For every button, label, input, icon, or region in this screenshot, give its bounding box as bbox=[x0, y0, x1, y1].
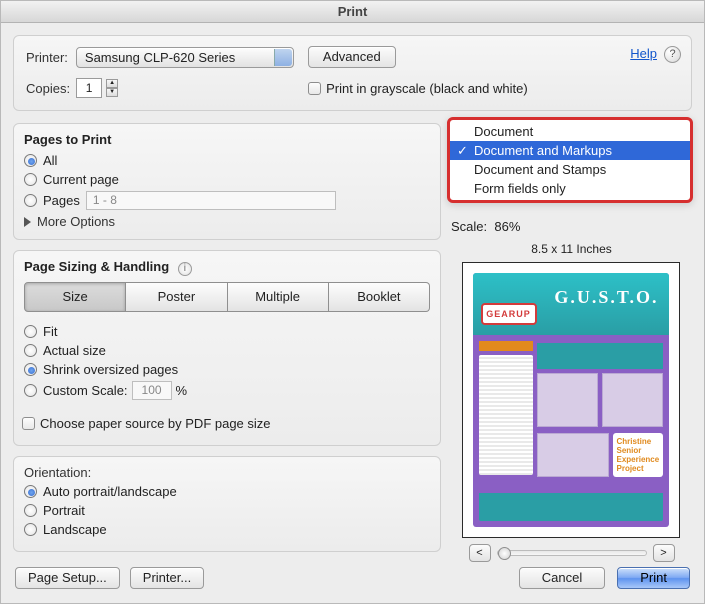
checkmark-icon: ✓ bbox=[457, 143, 468, 159]
scale-value: 86% bbox=[494, 219, 520, 234]
radio-current[interactable] bbox=[24, 173, 37, 186]
doc-logo-gearup: GEARUP bbox=[481, 303, 537, 325]
advanced-button[interactable]: Advanced bbox=[308, 46, 396, 68]
menu-item-document-markups[interactable]: ✓ Document and Markups bbox=[450, 141, 690, 160]
printer-select[interactable]: Samsung CLP-620 Series bbox=[76, 47, 294, 68]
radio-landscape-label: Landscape bbox=[43, 522, 107, 537]
printer-label: Printer: bbox=[26, 50, 68, 65]
more-options-toggle[interactable]: More Options bbox=[24, 214, 430, 229]
help-link[interactable]: Help bbox=[630, 46, 657, 61]
paper-size-label: 8.5 x 11 Inches bbox=[451, 242, 692, 256]
radio-all[interactable] bbox=[24, 154, 37, 167]
preview-column: Document ✓ Document and Markups Document … bbox=[451, 123, 692, 580]
dialog-footer: Page Setup... Printer... Cancel Print bbox=[1, 557, 704, 603]
doc-title-gusto: G.U.S.T.O. bbox=[554, 287, 658, 308]
radio-auto-orient[interactable] bbox=[24, 485, 37, 498]
pages-range-input[interactable]: 1 - 8 bbox=[86, 191, 336, 210]
radio-landscape[interactable] bbox=[24, 523, 37, 536]
copies-label: Copies: bbox=[26, 81, 70, 96]
paper-source-checkbox[interactable] bbox=[22, 417, 35, 430]
comments-forms-menu[interactable]: Document ✓ Document and Markups Document … bbox=[447, 117, 693, 203]
page-setup-button[interactable]: Page Setup... bbox=[15, 567, 120, 589]
radio-custom-scale-label: Custom Scale: bbox=[43, 383, 128, 398]
radio-portrait[interactable] bbox=[24, 504, 37, 517]
radio-fit-label: Fit bbox=[43, 324, 57, 339]
cancel-button[interactable]: Cancel bbox=[519, 567, 605, 589]
radio-portrait-label: Portrait bbox=[43, 503, 85, 518]
radio-fit[interactable] bbox=[24, 325, 37, 338]
info-icon[interactable]: i bbox=[178, 262, 192, 276]
radio-actual-label: Actual size bbox=[43, 343, 106, 358]
menu-item-form-fields[interactable]: Form fields only bbox=[450, 179, 690, 198]
grayscale-label: Print in grayscale (black and white) bbox=[326, 81, 528, 96]
radio-pages-label: Pages bbox=[43, 193, 80, 208]
print-button[interactable]: Print bbox=[617, 567, 690, 589]
orientation-title: Orientation: bbox=[24, 465, 430, 480]
paper-source-label: Choose paper source by PDF page size bbox=[40, 416, 271, 431]
sizing-group: Page Sizing & Handling i Size Poster Mul… bbox=[13, 250, 441, 446]
custom-scale-input[interactable]: 100 bbox=[132, 381, 172, 400]
more-options-label: More Options bbox=[37, 214, 115, 229]
preview-thumbnail: G.U.S.T.O. GEARUP Christine Senior Exper… bbox=[462, 262, 680, 538]
grayscale-checkbox[interactable] bbox=[308, 82, 321, 95]
sizing-title: Page Sizing & Handling bbox=[24, 259, 169, 274]
pages-to-print-title: Pages to Print bbox=[24, 132, 430, 147]
tab-size[interactable]: Size bbox=[24, 282, 126, 312]
radio-current-label: Current page bbox=[43, 172, 119, 187]
scale-label: Scale: bbox=[451, 219, 487, 234]
window-title: Print bbox=[1, 1, 704, 23]
copies-stepper[interactable]: ▲▼ bbox=[106, 79, 118, 97]
printer-button[interactable]: Printer... bbox=[130, 567, 204, 589]
radio-actual[interactable] bbox=[24, 344, 37, 357]
disclosure-triangle-icon bbox=[24, 217, 31, 227]
radio-shrink[interactable] bbox=[24, 363, 37, 376]
radio-shrink-label: Shrink oversized pages bbox=[43, 362, 178, 377]
doc-sidebar-title: Christine Senior Experience Project bbox=[617, 437, 659, 473]
printer-value: Samsung CLP-620 Series bbox=[85, 50, 235, 65]
tab-multiple[interactable]: Multiple bbox=[228, 282, 329, 312]
menu-item-document-markups-label: Document and Markups bbox=[474, 143, 612, 158]
pages-to-print-group: Pages to Print All Current page Pages 1 … bbox=[13, 123, 441, 240]
page-slider[interactable] bbox=[497, 550, 647, 556]
help-icon[interactable]: ? bbox=[664, 46, 681, 63]
copies-input[interactable]: 1 bbox=[76, 78, 102, 98]
tab-poster[interactable]: Poster bbox=[126, 282, 227, 312]
radio-custom-scale[interactable] bbox=[24, 384, 37, 397]
menu-item-document-stamps[interactable]: Document and Stamps bbox=[450, 160, 690, 179]
pct-label: % bbox=[176, 383, 188, 398]
radio-pages[interactable] bbox=[24, 194, 37, 207]
radio-auto-orient-label: Auto portrait/landscape bbox=[43, 484, 177, 499]
top-panel: Help ? Printer: Samsung CLP-620 Series A… bbox=[13, 35, 692, 111]
radio-all-label: All bbox=[43, 153, 57, 168]
orientation-group: Orientation: Auto portrait/landscape Por… bbox=[13, 456, 441, 552]
tab-booklet[interactable]: Booklet bbox=[329, 282, 430, 312]
menu-item-document[interactable]: Document bbox=[450, 122, 690, 141]
